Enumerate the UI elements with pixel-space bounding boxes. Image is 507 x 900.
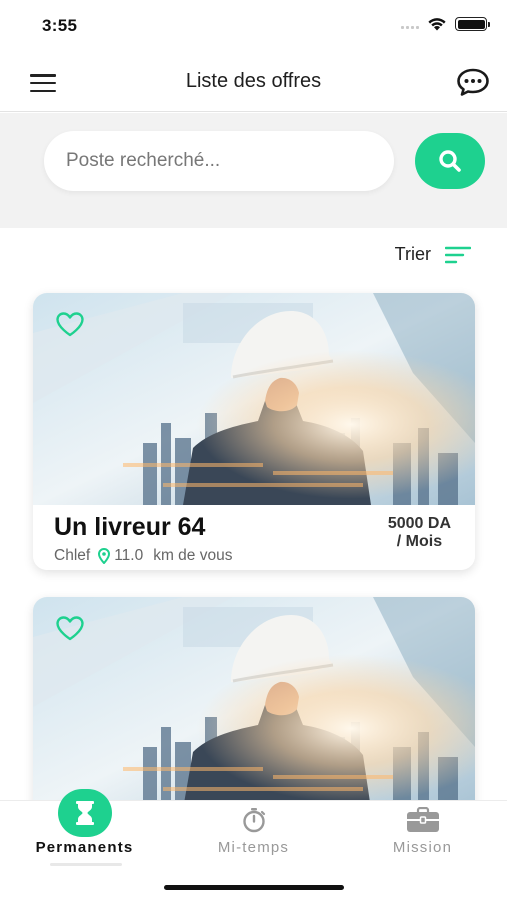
page-title: Liste des offres — [185, 70, 322, 92]
active-tab-indicator — [58, 789, 112, 837]
location-pin-icon — [98, 548, 111, 564]
offer-distance-suffix: km de vous — [153, 547, 233, 564]
briefcase-icon — [406, 807, 439, 832]
wifi-icon — [428, 18, 446, 31]
heart-icon[interactable] — [55, 311, 85, 337]
offer-image — [33, 597, 475, 809]
search-icon — [439, 150, 461, 172]
search-area — [0, 113, 507, 228]
tab-permanents[interactable]: Permanents — [0, 789, 169, 871]
tab-label: Mission — [392, 839, 453, 856]
tab-underline — [50, 863, 122, 866]
status-time: 3:55 — [42, 16, 78, 35]
stopwatch-icon — [242, 808, 265, 833]
sort-lines-icon — [445, 246, 471, 263]
salary-period: / Mois — [396, 533, 443, 550]
offer-card[interactable]: Un livreur 64 Chlef 11.0 km de vous 5000… — [33, 293, 475, 570]
offer-card[interactable] — [33, 597, 475, 817]
offer-city: Chlef — [54, 547, 91, 564]
offer-distance: 11.0 — [114, 547, 144, 564]
battery-icon — [455, 17, 490, 31]
tab-mission[interactable]: Mission — [338, 801, 507, 871]
offer-info: Un livreur 64 Chlef 11.0 km de vous 5000… — [33, 505, 475, 570]
status-bar: 3:55 — [0, 0, 507, 52]
tab-label: Permanents — [35, 839, 134, 856]
chat-bubble-icon[interactable] — [455, 66, 491, 98]
home-indicator — [164, 885, 344, 890]
salary-amount: 5000 DA — [387, 515, 451, 532]
tab-mi-temps[interactable]: Mi-temps — [169, 801, 338, 871]
offer-image — [33, 293, 475, 505]
sort-label: Trier — [394, 244, 431, 264]
cellular-signal-icon — [401, 19, 419, 29]
sort-button[interactable]: Trier — [395, 244, 471, 265]
offer-location: Chlef 11.0 km de vous — [54, 547, 232, 565]
hourglass-icon — [76, 801, 94, 825]
offer-title: Un livreur 64 — [54, 513, 206, 541]
offer-salary: 5000 DA / Mois — [388, 515, 451, 551]
tab-label: Mi-temps — [217, 839, 290, 856]
status-icons — [401, 17, 490, 31]
heart-icon[interactable] — [55, 615, 85, 641]
search-input[interactable] — [44, 131, 394, 191]
app-header: Liste des offres — [0, 52, 507, 112]
search-button[interactable] — [415, 133, 485, 189]
